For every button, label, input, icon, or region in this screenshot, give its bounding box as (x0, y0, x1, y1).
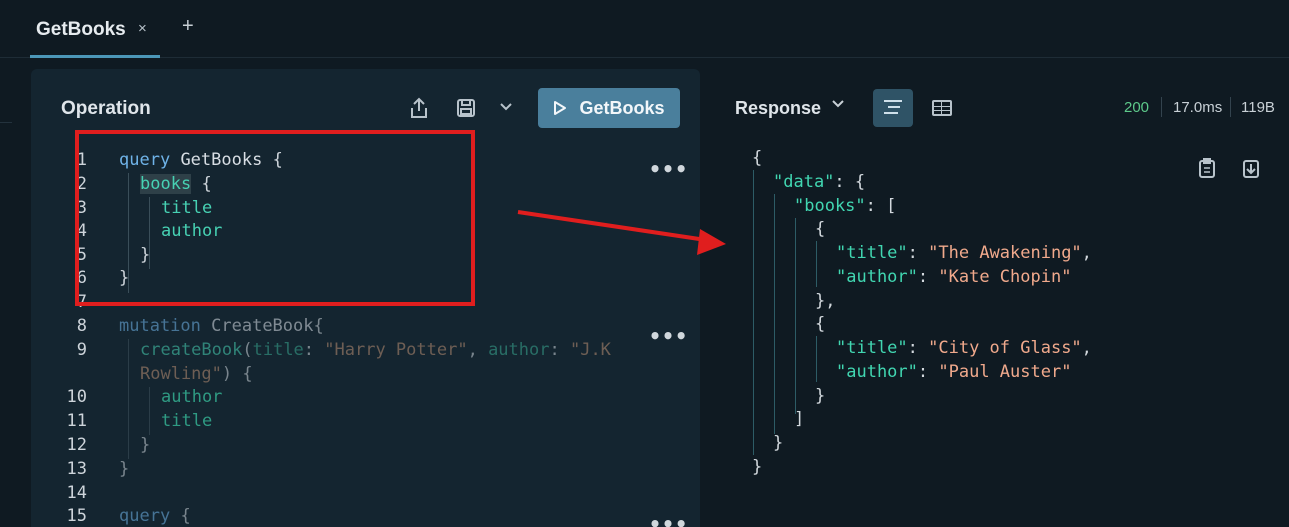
annotation-arrow (517, 210, 726, 255)
